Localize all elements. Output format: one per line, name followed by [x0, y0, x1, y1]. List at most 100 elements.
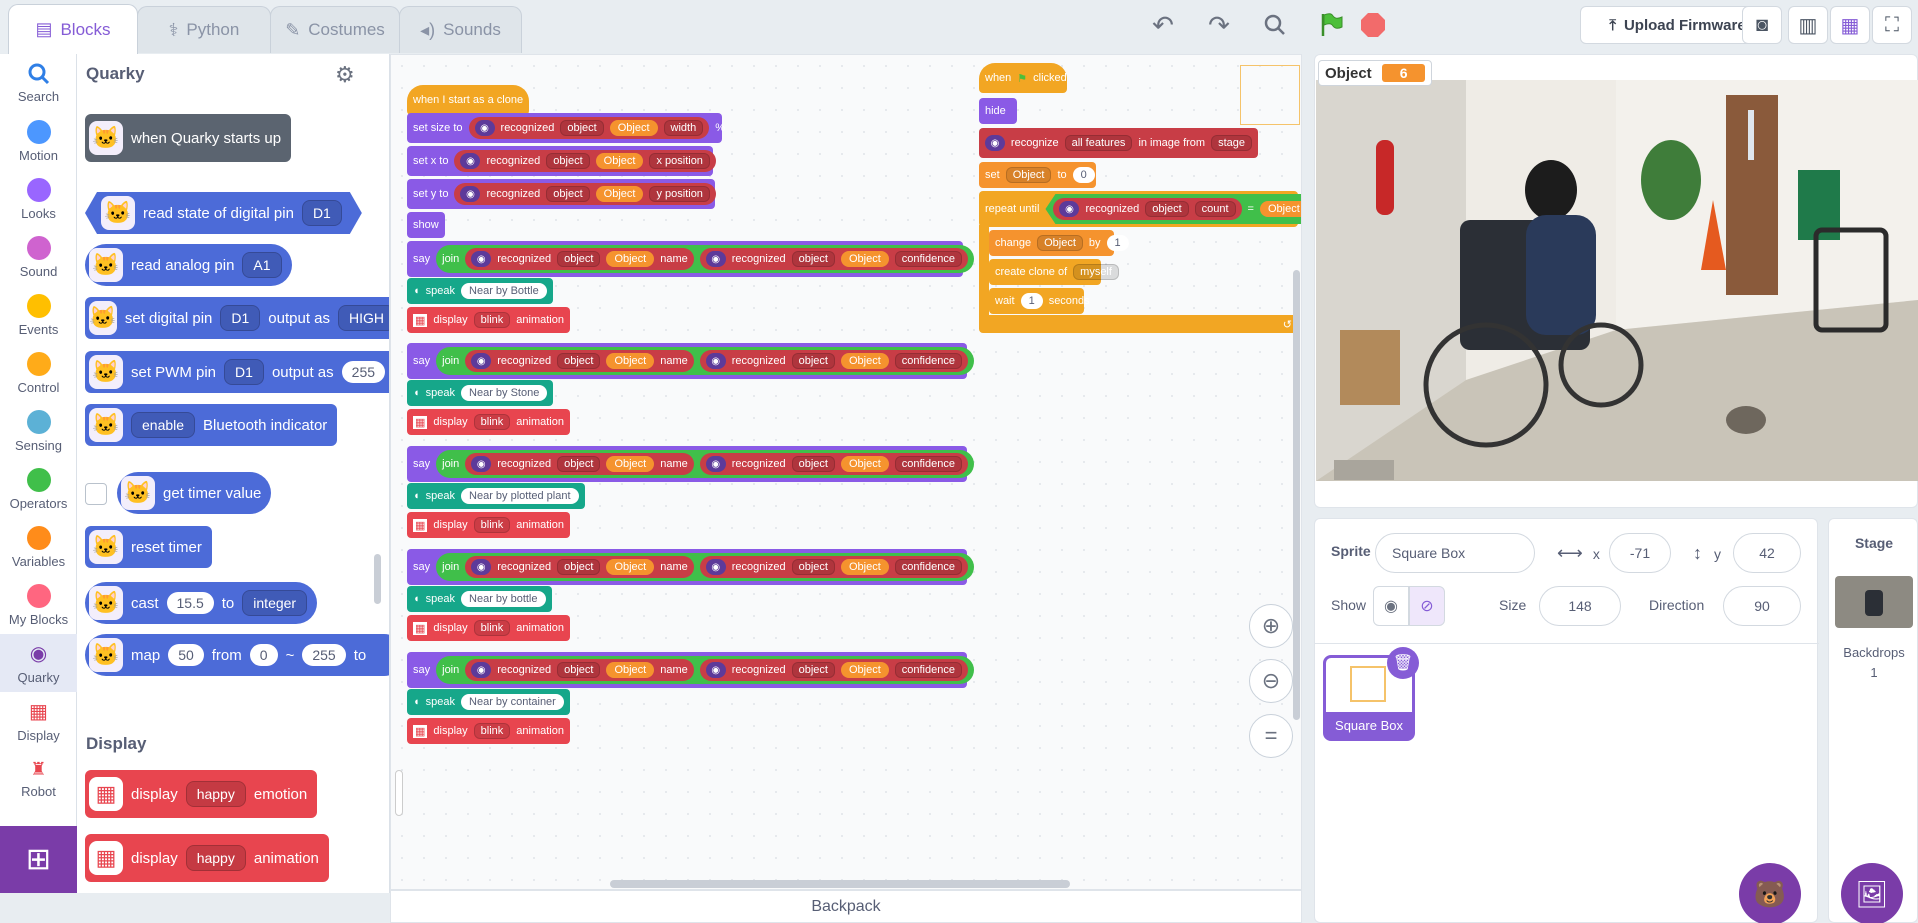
stage-selector-pane[interactable]: Stage Backdrops 1 🖼 [1828, 518, 1918, 923]
features-dropdown[interactable]: all features [1064, 135, 1133, 151]
panel-collapse-handle[interactable] [395, 770, 403, 816]
recognized-x-reporter[interactable]: ◉ recognized object Object x position [454, 150, 716, 172]
y-position-dropdown[interactable]: y position [649, 186, 710, 202]
join-operator[interactable]: join ◉ recognized object Object name ◉ recogniz… [436, 245, 974, 273]
block-read-analog-pin[interactable]: 🐱 read analog pin A1 [85, 244, 292, 286]
tab-costumes[interactable]: ✎ Costumes [270, 6, 400, 53]
join-operator[interactable]: join ◉ recognized object Object name ◉ recogniz… [436, 450, 974, 478]
size-input[interactable]: 148 [1539, 586, 1621, 626]
block-set-pwm-pin[interactable]: 🐱 set PWM pin D1 output as 255 [85, 351, 389, 393]
object-dropdown[interactable]: object [791, 456, 835, 472]
equals-operator[interactable]: ◉ recognized object count = Object [1045, 194, 1302, 224]
speak-block[interactable]: ◖ speak Near by container [407, 689, 570, 715]
image-source-dropdown[interactable]: stage [1211, 135, 1252, 151]
create-clone-block[interactable]: create clone of myself [989, 259, 1119, 285]
set-value-input[interactable]: 0 [1072, 167, 1095, 183]
block-reset-timer[interactable]: 🐱 reset timer [85, 526, 212, 568]
recognize-features-block[interactable]: ◉ recognize all features in image from stage [979, 128, 1258, 158]
add-backdrop-button[interactable]: 🖼 [1841, 863, 1903, 923]
animation-dropdown[interactable]: blink [473, 414, 511, 430]
width-dropdown[interactable]: width [663, 120, 704, 136]
recognized-confidence-reporter[interactable]: ◉ recognized object Object confidence [699, 248, 968, 270]
backdrop-thumbnail[interactable] [1835, 576, 1913, 628]
animation-dropdown[interactable]: happy [185, 845, 246, 871]
fullscreen-button[interactable]: ⛶ [1872, 6, 1912, 44]
map-value-input[interactable]: 50 [168, 644, 204, 666]
object-dropdown[interactable]: object [546, 186, 590, 202]
x-position-dropdown[interactable]: x position [649, 153, 710, 169]
count-dropdown[interactable]: count [1195, 201, 1236, 217]
category-display[interactable]: ▦ Display [0, 692, 77, 750]
delete-sprite-button[interactable]: 🗑 [1387, 647, 1419, 679]
tab-python[interactable]: ⚕ Python [137, 6, 271, 53]
variable-dropdown[interactable]: Object [1005, 167, 1052, 183]
backpack[interactable]: Backpack [390, 890, 1302, 923]
set-size-block[interactable]: set size to ◉ recognized object Object width… [407, 113, 725, 143]
map-from-low-input[interactable]: 0 [249, 644, 278, 666]
object-dropdown[interactable]: object [546, 153, 590, 169]
digital-pin-dropdown[interactable]: D1 [302, 200, 342, 226]
join-operator[interactable]: join ◉ recognized object Object name ◉ recogniz… [436, 656, 974, 684]
map-from-high-input[interactable]: 255 [302, 644, 346, 666]
display-animation-block[interactable]: ▦ display blink animation [407, 718, 570, 744]
redo-icon[interactable]: ↷ [1202, 10, 1236, 40]
hide-block[interactable]: hide [979, 98, 1017, 124]
object-dropdown[interactable]: object [1145, 201, 1188, 217]
recognized-width-reporter[interactable]: ◉ recognized object Object width [468, 117, 710, 139]
zoom-in-button[interactable]: ⊕ [1249, 604, 1293, 648]
large-stage-button[interactable]: ▦ [1830, 6, 1870, 44]
object-dropdown[interactable]: object [791, 251, 835, 267]
block-read-digital-pin[interactable]: 🐱 read state of digital pin D1 [85, 192, 362, 234]
category-robot[interactable]: ♜ Robot [0, 750, 77, 808]
category-search[interactable]: Search [0, 54, 77, 112]
cast-value-input[interactable]: 15.5 [166, 592, 214, 614]
speak-text-input[interactable]: Near by Bottle [461, 283, 547, 299]
category-sensing[interactable]: Sensing [0, 402, 77, 460]
confidence-dropdown[interactable]: confidence [894, 662, 962, 678]
tab-sounds[interactable]: ◂) Sounds [399, 6, 522, 53]
recognized-confidence-reporter[interactable]: ◉ recognized object Object confidence [699, 556, 968, 578]
x-input[interactable]: -71 [1609, 533, 1671, 573]
block-display-animation[interactable]: ▦ display happy animation [85, 834, 329, 882]
object-dropdown[interactable]: object [791, 662, 835, 678]
category-motion[interactable]: Motion [0, 112, 77, 170]
set-y-block[interactable]: set y to ◉ recognized object Object y positi… [407, 179, 716, 209]
recognized-name-reporter[interactable]: ◉ recognized object Object name [465, 453, 694, 475]
code-area[interactable]: when I start as a clone set size to ◉ rec… [390, 54, 1302, 890]
category-control[interactable]: Control [0, 344, 77, 402]
variable-monitor[interactable]: Object 6 [1318, 60, 1433, 86]
say-block[interactable]: say join ◉ recognized object Object name ◉ recog… [407, 446, 974, 482]
direction-input[interactable]: 90 [1723, 586, 1801, 626]
object-dropdown[interactable]: object [557, 559, 601, 575]
y-input[interactable]: 42 [1733, 533, 1801, 573]
recognized-name-reporter[interactable]: ◉ recognized object Object name [465, 350, 694, 372]
recognized-name-reporter[interactable]: ◉ recognized object Object name [465, 659, 694, 681]
code-horizontal-scrollbar[interactable] [610, 880, 1070, 888]
confidence-dropdown[interactable]: confidence [894, 559, 962, 575]
wait-block[interactable]: wait 1 seconds [989, 288, 1090, 314]
block-map[interactable]: 🐱 map 50 from 0 ~255 to [85, 634, 389, 676]
display-animation-block[interactable]: ▦ display blink animation [407, 512, 570, 538]
join-operator[interactable]: join ◉ recognized object Object name ◉ recogniz… [436, 553, 974, 581]
zoom-reset-button[interactable]: = [1249, 714, 1293, 758]
palette-scrollbar[interactable] [374, 554, 381, 604]
analog-pin-dropdown[interactable]: A1 [242, 252, 282, 278]
enable-dropdown[interactable]: enable [131, 412, 196, 438]
variable-dropdown[interactable]: Object [1037, 235, 1083, 251]
cast-type-dropdown[interactable]: integer [242, 590, 308, 616]
block-bluetooth-indicator[interactable]: 🐱 enable Bluetooth indicator [85, 404, 338, 446]
confidence-dropdown[interactable]: confidence [894, 456, 962, 472]
recognized-name-reporter[interactable]: ◉ recognized object Object name [465, 556, 694, 578]
camera-button[interactable]: ◙ [1742, 6, 1782, 44]
speak-block[interactable]: ◖ speak Near by Bottle [407, 278, 553, 304]
pwm-value-input[interactable]: 255 [341, 361, 386, 383]
stage-canvas[interactable] [1316, 80, 1918, 481]
speak-block[interactable]: ◖ speak Near by bottle [407, 586, 552, 612]
object-dropdown[interactable]: object [560, 120, 604, 136]
stop-icon[interactable] [1356, 10, 1390, 40]
block-when-quarky-starts[interactable]: 🐱 when Quarky starts up [85, 114, 292, 162]
category-my-blocks[interactable]: My Blocks [0, 576, 77, 634]
timer-checkbox[interactable] [85, 483, 107, 505]
category-operators[interactable]: Operators [0, 460, 77, 518]
object-dropdown[interactable]: object [791, 559, 835, 575]
